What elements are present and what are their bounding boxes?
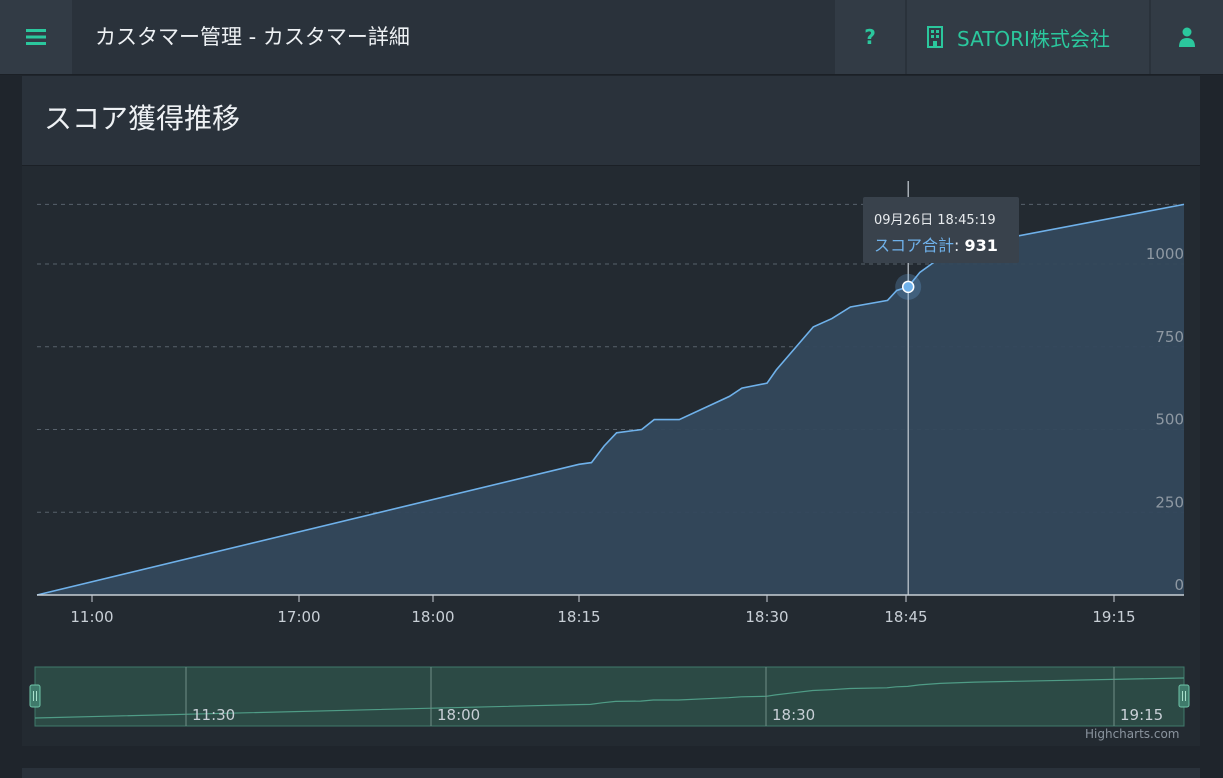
x-tick-label: 18:30 <box>745 608 788 626</box>
navigator-label: 19:15 <box>1120 706 1163 724</box>
tooltip-date: 09月26日 18:45:19 <box>874 213 996 228</box>
tooltip-colon: : <box>954 236 960 255</box>
navigator-label: 18:30 <box>772 706 815 724</box>
highcharts-credits[interactable]: Highcharts.com <box>1085 727 1179 741</box>
y-tick-label: 500 <box>1155 411 1184 429</box>
x-tick-label: 17:00 <box>277 608 320 626</box>
x-tick-label: 19:15 <box>1092 608 1135 626</box>
y-tick-label: 1000 <box>1146 245 1184 263</box>
x-tick-label: 11:00 <box>70 608 113 626</box>
navigator-label: 18:00 <box>437 706 480 724</box>
navigator: 11:30 18:00 18:30 19:15 <box>29 666 1190 727</box>
navigator-left-handle[interactable] <box>29 684 41 708</box>
tooltip-value: 931 <box>964 236 998 255</box>
hover-point <box>901 280 915 294</box>
x-axis-ticks: 11:00 17:00 18:00 18:15 18:30 18:45 19:15 <box>70 595 1136 626</box>
navigator-right-handle[interactable] <box>1178 684 1190 708</box>
y-tick-label: 750 <box>1155 328 1184 346</box>
next-panel <box>22 768 1200 778</box>
y-tick-label: 250 <box>1155 493 1184 511</box>
x-tick-label: 18:00 <box>411 608 454 626</box>
navigator-label: 11:30 <box>192 706 235 724</box>
chart-tooltip: 09月26日 18:45:19 スコア合計: 931 <box>863 197 1019 263</box>
y-tick-label: 0 <box>1174 576 1184 594</box>
score-chart[interactable]: 11:00 17:00 18:00 18:15 18:30 18:45 19:15 0 250… <box>0 0 1223 778</box>
tooltip-series-name: スコア合計 <box>874 236 955 255</box>
x-tick-label: 18:15 <box>557 608 600 626</box>
x-tick-label: 18:45 <box>884 608 927 626</box>
